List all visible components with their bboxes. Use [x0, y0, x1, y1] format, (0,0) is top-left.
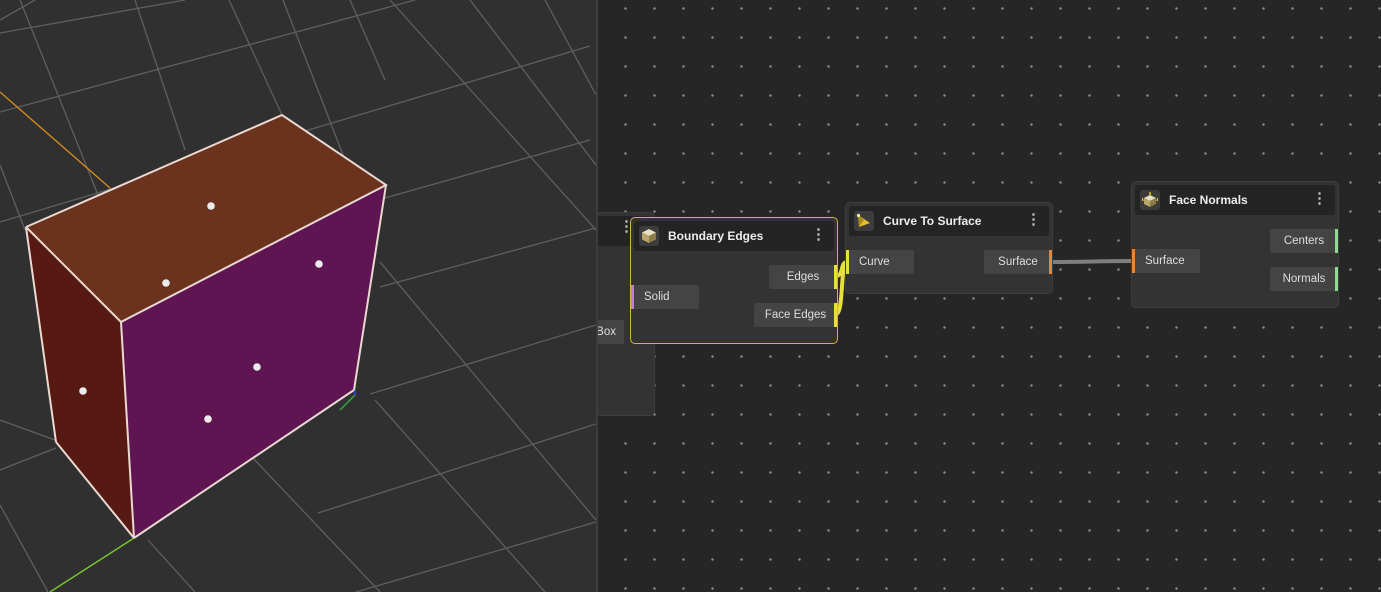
face-center-point: [79, 387, 87, 395]
port-pin: [834, 265, 837, 289]
node-title: Face Normals: [1169, 193, 1248, 207]
node-face-normals[interactable]: Face Normals ⋮ Surface Centers Normals: [1131, 181, 1339, 308]
node-menu-icon[interactable]: ⋮: [811, 227, 826, 242]
pyramid-icon: [854, 211, 874, 231]
port-pin: [1049, 250, 1052, 274]
port-label: Curve: [859, 256, 890, 268]
port-edges-output[interactable]: Edges: [769, 265, 837, 289]
cube-icon: [639, 226, 659, 246]
face-center-point: [315, 260, 323, 268]
port-pin: [1335, 267, 1338, 291]
port-surface-input[interactable]: Surface: [1132, 249, 1200, 273]
port-label: Centers: [1283, 235, 1325, 247]
port-curve-input[interactable]: Curve: [846, 250, 914, 274]
x-axis-line: [0, 91, 111, 189]
port-surface-output[interactable]: Surface: [984, 250, 1052, 274]
port-pin: [1132, 249, 1135, 273]
port-face-edges-output[interactable]: Face Edges: [754, 303, 837, 327]
node-title: Curve To Surface: [883, 214, 982, 228]
node-header[interactable]: Curve To Surface ⋮: [849, 206, 1049, 236]
port-label: Solid: [644, 291, 670, 303]
wire-surface-to-surface[interactable]: [1051, 259, 1134, 264]
port-pin: [846, 250, 849, 274]
port-pin: [1335, 229, 1338, 253]
port-label: Surface: [998, 256, 1038, 268]
face-center-point: [253, 363, 261, 371]
port-label: Face Edges: [764, 309, 827, 321]
port-pin: [631, 285, 634, 309]
port-label: Edges: [786, 271, 820, 283]
3d-viewport[interactable]: [0, 0, 596, 592]
node-header[interactable]: Boundary Edges ⋮: [634, 221, 834, 251]
node-header[interactable]: Face Normals ⋮: [1135, 185, 1335, 215]
box-solid[interactable]: [25, 113, 388, 539]
port-box-output[interactable]: Box: [598, 320, 624, 344]
node-title: Boundary Edges: [668, 229, 764, 243]
cube-arrows-icon: [1140, 190, 1160, 210]
port-normals-output[interactable]: Normals: [1270, 267, 1338, 291]
port-label: Box: [598, 326, 616, 338]
port-pin: [834, 303, 837, 327]
node-menu-icon[interactable]: ⋮: [1312, 191, 1327, 206]
port-label: Normals: [1282, 273, 1326, 285]
face-center-point: [207, 202, 215, 210]
node-boundary-edges[interactable]: Boundary Edges ⋮ Solid Edges Face Edges: [630, 217, 838, 344]
face-center-point: [162, 279, 170, 287]
viewport-canvas[interactable]: [0, 0, 596, 592]
port-solid-input[interactable]: Solid: [631, 285, 699, 309]
node-menu-icon[interactable]: ⋮: [1026, 212, 1041, 227]
face-center-point: [204, 415, 212, 423]
y-axis-line: [49, 537, 135, 592]
node-graph[interactable]: ⋮ Box Boundary Edges ⋮ Solid Edges Face …: [598, 0, 1381, 592]
port-centers-output[interactable]: Centers: [1270, 229, 1338, 253]
node-curve-to-surface[interactable]: Curve To Surface ⋮ Curve Surface: [845, 202, 1053, 294]
port-label: Surface: [1145, 255, 1185, 267]
